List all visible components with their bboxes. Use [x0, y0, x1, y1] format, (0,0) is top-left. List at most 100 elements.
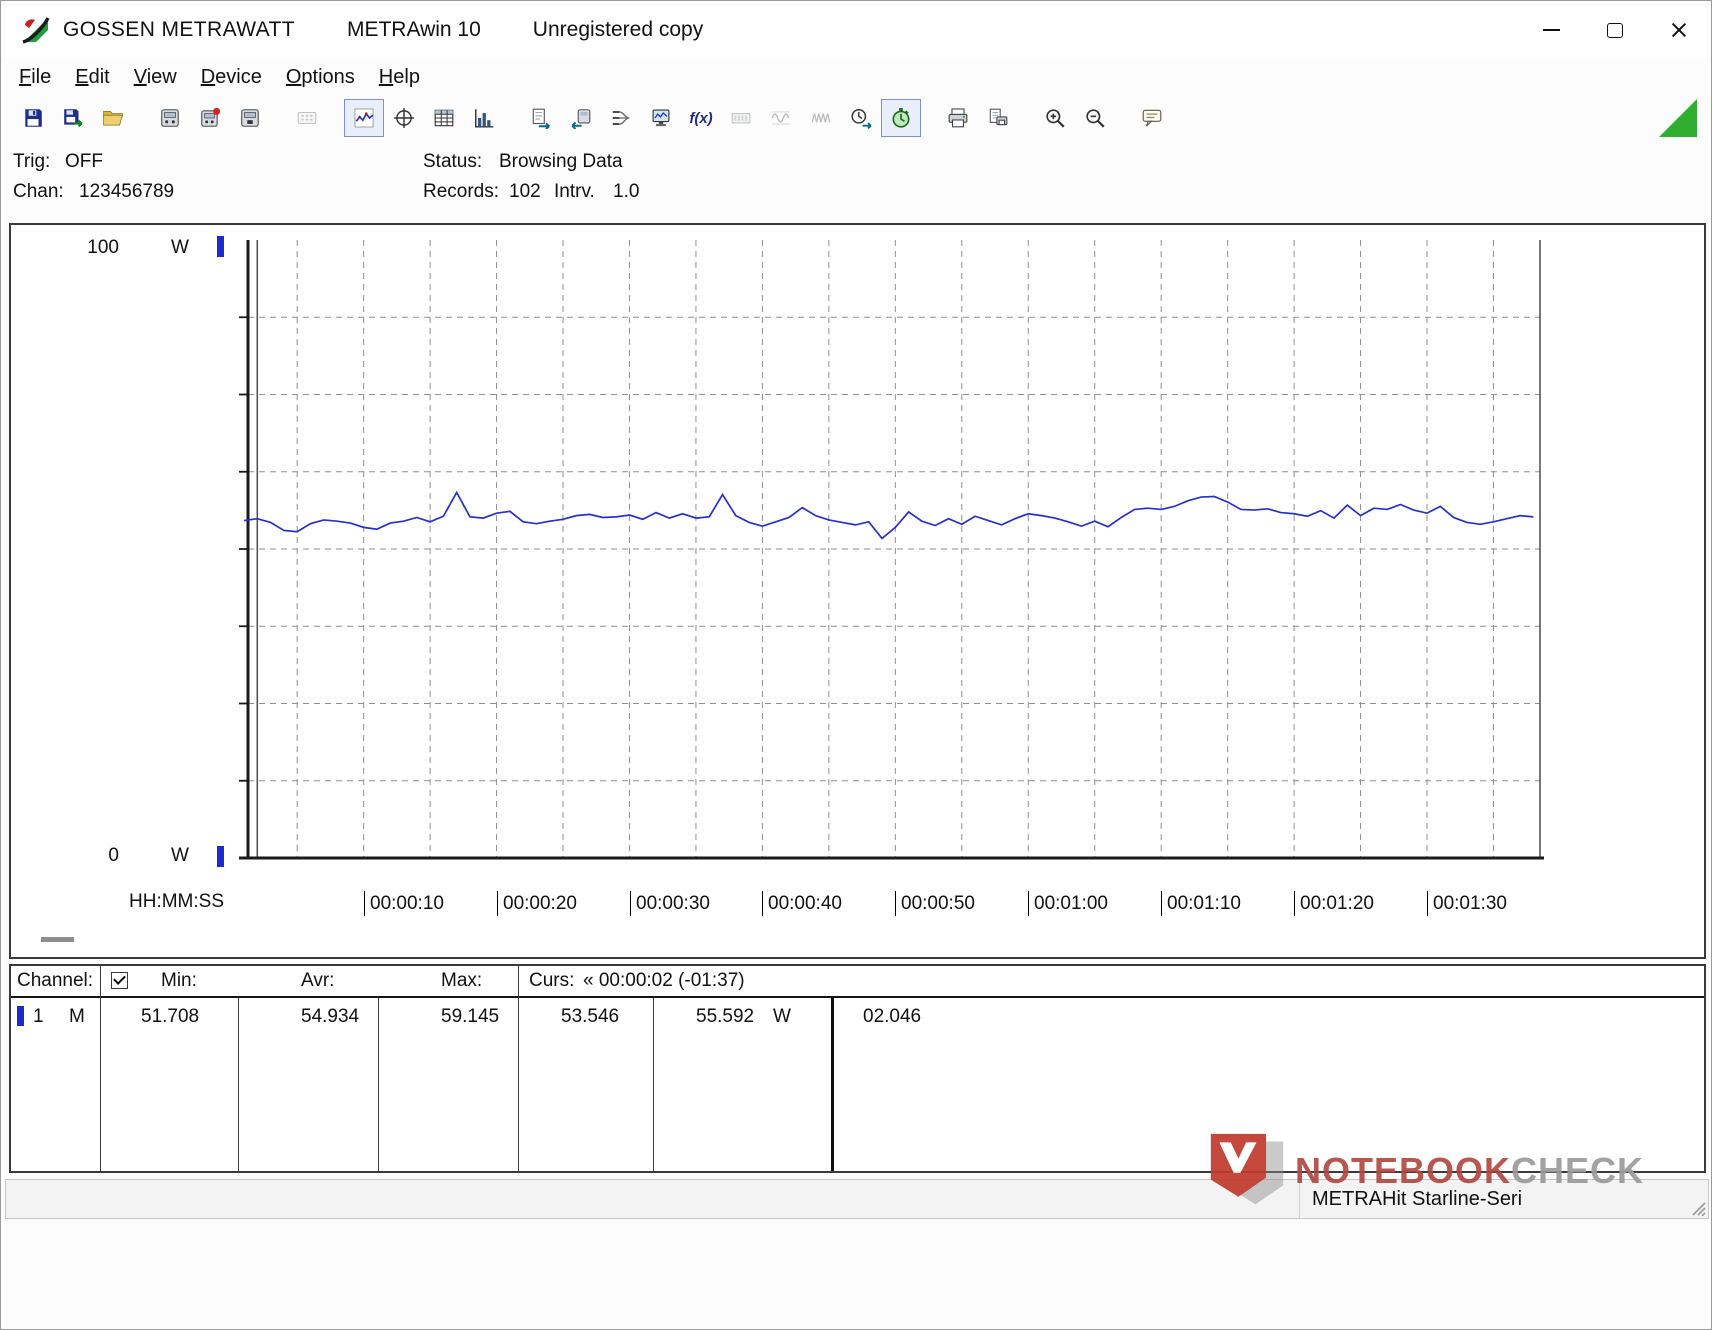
plot-area[interactable] [236, 240, 1546, 870]
save-button[interactable] [13, 99, 53, 137]
col-avr-header: Avr: [301, 970, 335, 991]
open-button[interactable] [93, 99, 133, 137]
file-export-button[interactable] [521, 99, 561, 137]
save-as-icon [64, 109, 83, 128]
menu-help[interactable]: Help [367, 63, 432, 92]
numeric-display-icon [297, 111, 317, 125]
x-tick-1: 00:00:10 [364, 891, 444, 916]
formula-fx-icon: f(x) [689, 109, 713, 127]
channel-setup-icon [612, 111, 630, 125]
menu-view[interactable]: View [122, 63, 189, 92]
annotation-button[interactable] [1132, 99, 1172, 137]
file-export-icon [532, 108, 550, 129]
monitor-button[interactable] [641, 99, 681, 137]
xy-crosshair-icon [394, 108, 414, 128]
xy-chart-button[interactable] [384, 99, 424, 137]
records-label: Records: [423, 181, 500, 202]
cell-min: 51.708 [141, 1006, 200, 1027]
device-memory-button[interactable] [230, 99, 270, 137]
brand-title: GOSSEN METRAWATT [63, 18, 295, 41]
y-min-unit-label: W [171, 845, 189, 866]
toolbar-corner-triangle-icon [1659, 99, 1697, 137]
table-header-rule [11, 996, 1704, 998]
cell-channel-mode: M [69, 1006, 85, 1027]
close-button[interactable] [1647, 1, 1711, 59]
app-title: METRAwin 10 [346, 18, 481, 41]
print-icon [948, 108, 968, 128]
print-preview-icon [989, 108, 1008, 126]
chart-panel: 100 W 0 W HH:MM:SS 00:00:10 00:00:20 00:… [9, 223, 1706, 959]
col-min-header: Min: [161, 970, 197, 991]
recorder-wave-button[interactable] [801, 99, 841, 137]
menu-edit[interactable]: Edit [63, 63, 121, 92]
device-settings-button[interactable] [150, 99, 190, 137]
cursor-header-label: Curs: [529, 970, 575, 991]
menu-device[interactable]: Device [189, 63, 274, 92]
chan-label: Chan: [13, 181, 64, 202]
device-download-button[interactable] [561, 99, 601, 137]
chan-value: 123456789 [79, 181, 175, 202]
yt-chart-icon [354, 108, 374, 128]
minimize-icon [1542, 29, 1560, 31]
records-value: 102 [509, 181, 541, 202]
resize-grip-icon[interactable] [1688, 1198, 1706, 1216]
toolbar: f(x) [1, 95, 1711, 141]
table-view-icon [434, 109, 454, 127]
yt-chart-button[interactable] [344, 99, 384, 137]
zoom-in-icon [1046, 109, 1065, 128]
formula-button[interactable]: f(x) [681, 99, 721, 137]
menu-options[interactable]: Options [274, 63, 367, 92]
zoom-in-button[interactable] [1035, 99, 1075, 137]
device-memory-icon [241, 109, 259, 127]
cell-avr: 54.934 [301, 1006, 360, 1027]
interval-label: Intrv. [554, 181, 595, 202]
col-max-header: Max: [441, 970, 483, 991]
analog-wave-button[interactable] [761, 99, 801, 137]
zoom-out-button[interactable] [1075, 99, 1115, 137]
table-view-button[interactable] [424, 99, 464, 137]
table-divider [100, 966, 101, 1171]
histogram-button[interactable] [464, 99, 504, 137]
menu-bar: File Edit View Device Options Help [1, 59, 1711, 95]
cell-max: 59.145 [441, 1006, 500, 1027]
x-tick-2: 00:00:20 [497, 891, 577, 916]
histogram-icon [475, 109, 494, 128]
minimize-button[interactable] [1519, 1, 1583, 59]
channel-setup-button[interactable] [601, 99, 641, 137]
table-divider [518, 966, 519, 1171]
print-preview-button[interactable] [978, 99, 1018, 137]
device-download-icon [571, 109, 591, 129]
open-folder-icon [103, 111, 123, 126]
maximize-icon [1607, 22, 1623, 38]
maximize-button[interactable] [1583, 1, 1647, 59]
print-button[interactable] [938, 99, 978, 137]
y-min-label: 0 [108, 845, 119, 866]
power-trace-line [243, 490, 1534, 540]
window-controls [1519, 1, 1711, 59]
acquisition-status-row: Trig: OFF Chan: 123456789 Status: Browsi… [1, 141, 1711, 221]
lcd-display-icon [731, 113, 751, 124]
interval-value: 1.0 [613, 181, 640, 202]
close-icon [1670, 21, 1688, 39]
channel-marker-top [217, 236, 224, 257]
time-sync-icon [851, 109, 872, 129]
menu-file[interactable]: File [7, 63, 63, 92]
device-clock-button[interactable] [190, 99, 230, 137]
table-divider-thick [831, 998, 834, 1171]
time-sync-button[interactable] [841, 99, 881, 137]
numeric-display-button[interactable] [287, 99, 327, 137]
y-max-label: 100 [87, 237, 119, 258]
channel-marker-bottom [217, 846, 224, 867]
cursor-header-value: « 00:00:02 (-01:37) [583, 970, 745, 991]
monitor-icon [652, 109, 670, 127]
trig-value: OFF [65, 151, 103, 172]
y-max-unit-label: W [171, 237, 189, 258]
h-scrollbar-thumb[interactable] [41, 937, 74, 942]
stopwatch-icon [892, 108, 910, 128]
channel-visible-checkbox[interactable] [111, 972, 128, 989]
save-as-button[interactable] [53, 99, 93, 137]
lcd-display-button[interactable] [721, 99, 761, 137]
save-icon [25, 109, 42, 127]
status-value: Browsing Data [499, 151, 623, 172]
record-stopwatch-button[interactable] [881, 99, 921, 137]
